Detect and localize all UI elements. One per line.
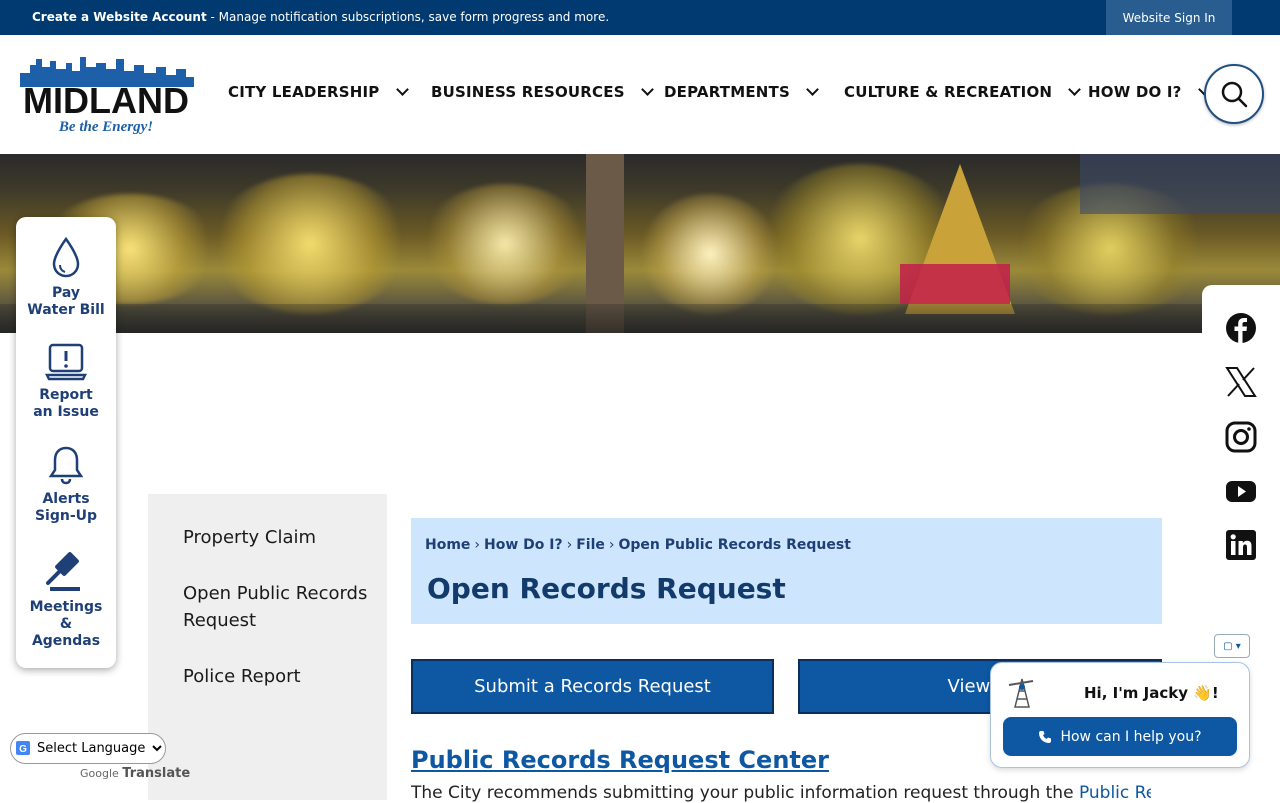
google-translate-widget: G Select Language Google Translate [10,733,190,781]
water-drop-icon [52,237,80,278]
logo-wordmark: MIDLAND [23,80,189,121]
quick-link-meetings-agendas[interactable]: Meetings & Agendas [16,549,116,650]
nav-label: CITY LEADERSHIP [228,83,380,101]
quick-links-panel: Pay Water Bill Report an Issue Alerts Si… [16,217,116,668]
jacky-avatar-icon [1008,678,1034,708]
google-g-icon: G [16,741,30,755]
quick-link-label: Meetings [29,599,103,615]
chat-widget: Hi, I'm Jacky 👋! How can I help you? [990,662,1250,768]
breadcrumb-home[interactable]: Home [425,537,470,553]
instagram-icon[interactable] [1225,421,1257,453]
public-records-link[interactable]: Public Records [1079,783,1151,803]
search-button[interactable] [1204,64,1264,124]
quick-link-alerts-signup[interactable]: Alerts Sign-Up [16,445,116,525]
linkedin-icon[interactable] [1225,529,1257,561]
page-title-box: Home › How Do I? › File › Open Public Records … [411,518,1162,624]
midland-logo-icon: MIDLAND Be the Energy! [20,57,194,135]
quick-link-label: Sign-Up [34,508,98,524]
nav-label: HOW DO I? [1088,83,1182,101]
bell-icon [49,446,83,485]
chat-expand-icon: ▢ ▾ [1223,640,1241,652]
account-message: Create a Website Account - Manage notifi… [32,10,609,24]
create-account-link[interactable]: Create a Website Account [32,10,207,24]
chat-help-button[interactable]: How can I help you? [1003,717,1237,756]
svg-text:G: G [19,744,27,755]
site-logo[interactable]: MIDLAND Be the Energy! [16,53,196,137]
chat-minimize-button[interactable]: ▢ ▾ [1214,634,1250,658]
records-center-heading[interactable]: Public Records Request Center [411,746,829,774]
chevron-down-icon [640,82,654,96]
quick-link-label: Water Bill [27,302,105,318]
chat-help-label: How can I help you? [1060,728,1202,745]
nav-how-do-i[interactable]: HOW DO I? [1088,82,1211,101]
quick-link-label: Agendas [31,633,101,649]
chevron-down-icon [1068,82,1082,96]
breadcrumb: Home › How Do I? › File › Open Public Records … [425,537,851,553]
nav-city-leadership[interactable]: CITY LEADERSHIP [228,82,409,101]
sidenav-police-report[interactable]: Police Report [183,663,373,690]
submit-records-request-button[interactable]: Submit a Records Request [411,659,774,714]
phone-icon [1039,730,1052,743]
sign-in-button[interactable]: Website Sign In [1106,0,1232,35]
translate-label[interactable]: Translate [122,766,190,781]
chat-greeting: Hi, I'm Jacky 👋! [1084,684,1219,702]
chevron-down-icon [395,82,409,96]
site-header: MIDLAND Be the Energy! CITY LEADERSHIP B… [0,35,1280,154]
x-icon[interactable] [1225,366,1257,398]
nav-label: CULTURE & RECREATION [844,83,1053,101]
quick-link-label: & [59,616,73,632]
nav-label: BUSINESS RESOURCES [431,83,625,101]
quick-link-label: Report [39,387,93,403]
top-bar: Create a Website Account - Manage notifi… [0,0,1280,35]
quick-link-label: Alerts [42,491,90,507]
hero-banner-image [0,154,1280,333]
logo-tagline: Be the Energy! [58,119,153,135]
quick-link-report-issue[interactable]: Report an Issue [16,343,116,421]
nav-label: DEPARTMENTS [664,83,790,101]
breadcrumb-current[interactable]: Open Public Records Request [619,537,851,553]
sidenav-property-claim[interactable]: Property Claim [183,524,373,551]
powered-by-google: Google Translate [80,766,190,781]
page-title: Open Records Request [427,572,786,605]
breadcrumb-how-do-i[interactable]: How Do I? [484,537,563,553]
nav-departments[interactable]: DEPARTMENTS [664,82,819,101]
nav-business-resources[interactable]: BUSINESS RESOURCES [431,82,654,101]
account-description: - Manage notification subscriptions, sav… [206,10,610,24]
quick-link-label: an Issue [33,404,99,420]
quick-link-label: Pay [51,285,81,301]
quick-link-pay-water-bill[interactable]: Pay Water Bill [16,237,116,319]
chevron-down-icon [806,82,819,96]
youtube-icon[interactable] [1225,475,1257,507]
records-center-body: The City recommends submitting your publ… [411,783,1079,803]
sidenav-open-public-records[interactable]: Open Public Records Request [183,580,373,634]
facebook-icon[interactable] [1225,312,1257,344]
laptop-alert-icon [45,343,87,381]
nav-culture-recreation[interactable]: CULTURE & RECREATION [844,82,1082,101]
language-select[interactable]: Select Language [10,733,166,764]
gavel-icon [46,552,80,591]
breadcrumb-file[interactable]: File [576,537,605,553]
search-icon [1221,81,1248,108]
google-label: Google [80,767,119,780]
side-navigation: Property Claim Open Public Records Reque… [148,494,387,800]
records-center-text: The City recommends submitting your publ… [411,783,1151,803]
